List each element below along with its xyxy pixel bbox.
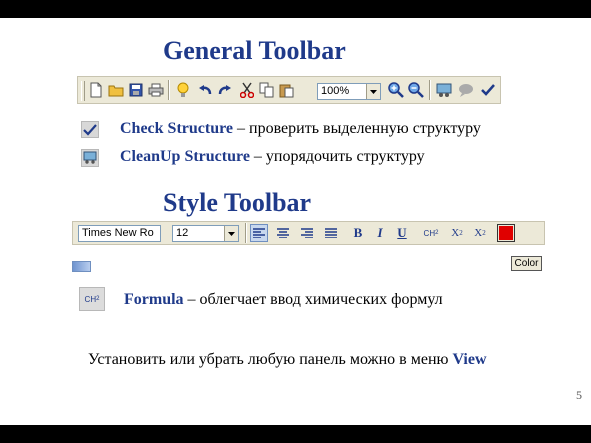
new-file-icon[interactable] <box>87 81 105 99</box>
cut-icon[interactable] <box>238 81 256 99</box>
superscript-label: X <box>474 227 483 239</box>
footer-note: Установить или убрать любую панель можно… <box>88 351 487 369</box>
paste-icon[interactable] <box>278 81 296 99</box>
general-toolbar-heading: General Toolbar <box>163 36 346 65</box>
cleanup-icon[interactable] <box>435 81 453 99</box>
italic-button[interactable]: I <box>371 224 389 242</box>
formula-text: – облегчает ввод химических формул <box>183 291 443 308</box>
footer-note-text: Установить или убрать любую панель можно… <box>88 351 453 368</box>
cleanup-structure-icon <box>81 149 99 167</box>
font-family-value: Times New Ro <box>82 227 154 239</box>
bubble-icon[interactable] <box>457 81 475 99</box>
footer-note-menu: View <box>452 351 487 368</box>
copy-icon[interactable] <box>258 81 276 99</box>
print-icon[interactable] <box>147 81 165 99</box>
font-family-select[interactable]: Times New Ro <box>78 225 161 242</box>
undo-icon[interactable] <box>196 81 214 99</box>
subscript-sub: 2 <box>459 229 463 237</box>
gradient-swatch <box>72 261 91 272</box>
underline-button[interactable]: U <box>393 224 411 242</box>
toolbar-grip[interactable] <box>81 81 85 101</box>
check-structure-description: Check Structure – проверить выделенную с… <box>120 120 481 138</box>
zoom-select[interactable]: 100% <box>317 83 381 100</box>
page-number: 5 <box>576 388 582 402</box>
save-icon[interactable] <box>127 81 145 99</box>
open-folder-icon[interactable] <box>107 81 125 99</box>
superscript-button[interactable]: X2 <box>471 224 489 242</box>
check-icon[interactable] <box>479 81 497 99</box>
align-right-icon[interactable] <box>298 224 316 242</box>
superscript-sup: 2 <box>482 229 486 237</box>
bold-button[interactable]: B <box>349 224 367 242</box>
zoom-out-icon[interactable] <box>407 81 425 99</box>
color-label: Color <box>511 256 542 271</box>
align-center-icon[interactable] <box>274 224 292 242</box>
color-swatch <box>499 226 513 240</box>
formula-name: Formula <box>124 291 184 308</box>
subscript-button[interactable]: X2 <box>448 224 466 242</box>
formula-sub: 2 <box>435 230 439 236</box>
toolbar-separator <box>429 80 431 100</box>
general-toolbar: 100% <box>77 76 501 104</box>
style-toolbar: Times New Ro 12 B I U CH 2 X2 X2 <box>72 221 545 245</box>
check-structure-name: Check Structure <box>120 120 234 137</box>
toolbar-separator <box>168 80 170 100</box>
formula-icon-sub: 2 <box>96 296 100 302</box>
subscript-label: X <box>451 227 460 239</box>
font-size-select[interactable]: 12 <box>172 225 239 242</box>
align-left-icon[interactable] <box>250 224 268 242</box>
formula-button[interactable]: CH 2 <box>419 224 443 242</box>
zoom-in-icon[interactable] <box>387 81 405 99</box>
chevron-down-icon[interactable] <box>224 226 238 241</box>
hint-icon[interactable] <box>174 81 192 99</box>
zoom-value: 100% <box>321 85 350 97</box>
top-black-bar <box>0 0 591 18</box>
color-swatch-button[interactable] <box>497 224 515 242</box>
font-size-value: 12 <box>176 227 189 239</box>
check-structure-text: – проверить выделенную структуру <box>233 120 481 137</box>
check-structure-icon <box>81 121 99 138</box>
cleanup-structure-text: – упорядочить структуру <box>249 148 425 165</box>
formula-icon: CH 2 <box>79 287 105 311</box>
formula-icon-label: CH <box>84 294 97 304</box>
cleanup-structure-name: CleanUp Structure <box>120 148 250 165</box>
formula-description: Formula – облегчает ввод химических форм… <box>124 291 443 309</box>
align-justify-icon[interactable] <box>322 224 340 242</box>
toolbar-separator <box>245 223 247 243</box>
style-toolbar-heading: Style Toolbar <box>163 188 312 217</box>
cleanup-structure-description: CleanUp Structure – упорядочить структур… <box>120 148 425 166</box>
redo-icon[interactable] <box>216 81 234 99</box>
formula-label: CH <box>423 228 436 238</box>
chevron-down-icon[interactable] <box>366 84 380 99</box>
bottom-black-bar <box>0 425 591 443</box>
